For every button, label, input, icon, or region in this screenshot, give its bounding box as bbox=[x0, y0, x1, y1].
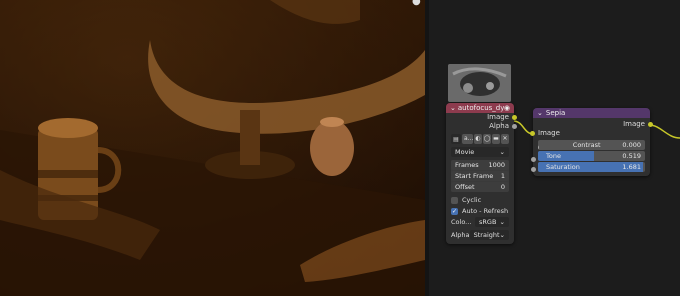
saturation-slider[interactable]: Saturation 1.681 bbox=[538, 162, 645, 172]
auto-refresh-box[interactable]: ✓ bbox=[451, 207, 458, 215]
color-space-dropdown[interactable]: sRGB ⌄ bbox=[475, 217, 509, 227]
image-name-field[interactable]: a... bbox=[462, 134, 473, 144]
collapse-arrow-icon[interactable]: ⌄ bbox=[537, 109, 543, 117]
contrast-value: 0.000 bbox=[622, 141, 641, 149]
chevron-down-icon: ⌄ bbox=[499, 148, 505, 156]
sepia-output-socket[interactable] bbox=[648, 122, 653, 127]
auto-refresh-label: Auto - Refresh bbox=[462, 207, 509, 215]
image-node-header[interactable]: ⌄ autofocus_dyna... ◉ bbox=[446, 103, 514, 113]
output-link bbox=[648, 124, 680, 139]
cyclic-box[interactable] bbox=[451, 196, 458, 204]
alpha-mode-dropdown[interactable]: Straight ⌄ bbox=[469, 230, 509, 240]
open-folder-icon[interactable]: ▬ bbox=[492, 134, 500, 144]
output-image-socket[interactable] bbox=[512, 115, 517, 120]
node-editor[interactable]: ⌄ autofocus_dyna... ◉ Image Alpha ▤ a...… bbox=[429, 0, 680, 296]
collapse-arrow-icon[interactable]: ⌄ bbox=[450, 104, 456, 112]
saturation-socket[interactable] bbox=[531, 167, 536, 172]
fake-user-icon[interactable]: ◯ bbox=[483, 134, 491, 144]
offset-field[interactable]: Offset 0 bbox=[451, 182, 509, 192]
frames-value: 1000 bbox=[488, 161, 505, 169]
sepia-input-socket[interactable] bbox=[530, 131, 535, 136]
auto-refresh-checkbox[interactable]: ✓ Auto - Refresh bbox=[451, 206, 509, 216]
image-datablock-row: ▤ a... ◐ ◯ ▬ ✕ bbox=[451, 134, 509, 144]
sepia-input-row: Image bbox=[530, 129, 650, 138]
cyclic-label: Cyclic bbox=[462, 196, 482, 204]
image-viewer[interactable]: ● bbox=[0, 0, 425, 296]
start-frame-value: 1 bbox=[500, 172, 505, 180]
output-image-label: Image bbox=[487, 113, 509, 121]
saturation-value: 1.681 bbox=[622, 163, 641, 171]
preview-toggle-icon[interactable]: ◉ bbox=[504, 104, 510, 112]
image-thumbnail bbox=[448, 64, 511, 102]
start-frame-label: Start Frame bbox=[455, 172, 494, 180]
alpha-mode-value: Straight bbox=[473, 231, 500, 239]
alpha-mode-label: Alpha bbox=[451, 231, 470, 239]
image-node-title: autofocus_dyna... bbox=[457, 104, 504, 112]
source-value: Movie bbox=[455, 148, 475, 156]
contrast-field[interactable]: Contrast 0.000 bbox=[538, 140, 645, 150]
offset-label: Offset bbox=[455, 183, 475, 191]
tone-value: 0.519 bbox=[622, 152, 641, 160]
tone-socket[interactable] bbox=[531, 157, 536, 162]
output-image-row: Image bbox=[446, 113, 517, 122]
sepia-input-label: Image bbox=[538, 129, 560, 137]
output-alpha-socket[interactable] bbox=[512, 124, 517, 129]
color-space-label: Colo... bbox=[451, 218, 472, 226]
image-node[interactable]: ⌄ autofocus_dyna... ◉ Image Alpha ▤ a...… bbox=[446, 103, 517, 244]
offset-value: 0 bbox=[500, 183, 505, 191]
chevron-down-icon: ⌄ bbox=[499, 231, 505, 239]
output-alpha-label: Alpha bbox=[489, 122, 509, 130]
contrast-label: Contrast bbox=[572, 141, 601, 149]
sepia-node-title: Sepia bbox=[545, 109, 566, 117]
source-dropdown[interactable]: Movie ⌄ bbox=[451, 147, 509, 157]
frame-fields: Frames 1000 Start Frame 1 Offset 0 bbox=[451, 160, 509, 192]
image-users-icon[interactable]: ◐ bbox=[474, 134, 482, 144]
contrast-socket[interactable] bbox=[538, 144, 539, 150]
cyclic-checkbox[interactable]: Cyclic bbox=[451, 195, 509, 205]
tone-slider[interactable]: Tone 0.519 bbox=[538, 151, 645, 161]
preview-image bbox=[0, 0, 425, 296]
frames-field[interactable]: Frames 1000 bbox=[451, 160, 509, 170]
unlink-icon[interactable]: ✕ bbox=[501, 134, 509, 144]
sepia-output-row: Image bbox=[533, 120, 653, 129]
image-browse-icon[interactable]: ▤ bbox=[451, 134, 461, 144]
cursor-icon: ● bbox=[412, 0, 421, 7]
sepia-node-header[interactable]: ⌄ Sepia bbox=[533, 108, 650, 118]
start-frame-field[interactable]: Start Frame 1 bbox=[451, 171, 509, 181]
sepia-node[interactable]: ⌄ Sepia Image Image Contrast 0.000 Tone … bbox=[530, 108, 653, 176]
alpha-mode-row: Alpha Straight ⌄ bbox=[451, 230, 509, 240]
chevron-down-icon: ⌄ bbox=[499, 218, 505, 226]
tone-label: Tone bbox=[546, 152, 561, 160]
color-space-value: sRGB bbox=[479, 218, 497, 226]
color-space-row: Colo... sRGB ⌄ bbox=[451, 217, 509, 227]
saturation-label: Saturation bbox=[546, 163, 580, 171]
output-alpha-row: Alpha bbox=[446, 122, 517, 131]
sepia-output-label: Image bbox=[623, 120, 645, 128]
frames-label: Frames bbox=[455, 161, 479, 169]
